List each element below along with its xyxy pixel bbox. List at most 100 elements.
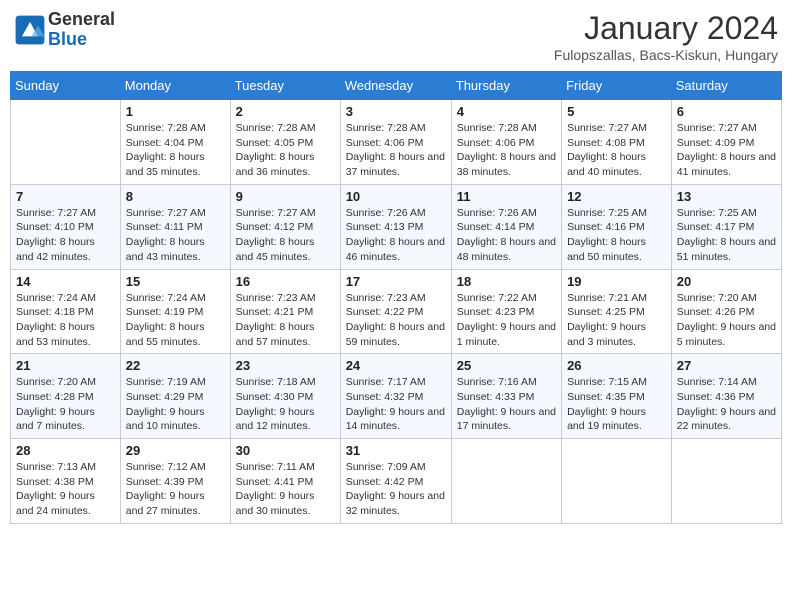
day-number: 16: [236, 274, 335, 289]
day-number: 14: [16, 274, 115, 289]
week-row-3: 21 Sunrise: 7:20 AMSunset: 4:28 PMDayligh…: [11, 354, 782, 439]
header-tuesday: Tuesday: [230, 72, 340, 100]
day-info: Sunrise: 7:19 AMSunset: 4:29 PMDaylight:…: [126, 375, 225, 434]
day-cell: 12Sunrise: 7:25 AMSunset: 4:16 PMDayligh…: [562, 184, 672, 269]
day-info: Sunrise: 7:27 AMSunset: 4:08 PMDaylight:…: [567, 121, 666, 180]
day-number: 17: [346, 274, 446, 289]
header-sunday: Sunday: [11, 72, 121, 100]
title-block: January 2024 Fulopszallas, Bacs-Kiskun, …: [554, 10, 778, 63]
day-info: Sunrise: 7:27 AMSunset: 4:09 PMDaylight:…: [677, 121, 776, 180]
day-info: Sunrise: 7:25 AMSunset: 4:17 PMDaylight:…: [677, 206, 776, 265]
day-info: Sunrise: 7:28 AMSunset: 4:06 PMDaylight:…: [346, 121, 446, 180]
day-number: 13: [677, 189, 776, 204]
week-row-1: 7 Sunrise: 7:27 AMSunset: 4:10 PMDaylight…: [11, 184, 782, 269]
day-number: 3: [346, 104, 446, 119]
day-info: Sunrise: 7:20 AMSunset: 4:26 PMDaylight:…: [677, 291, 776, 350]
day-number: 5: [567, 104, 666, 119]
week-row-4: 28 Sunrise: 7:13 AMSunset: 4:38 PMDayligh…: [11, 439, 782, 524]
header-wednesday: Wednesday: [340, 72, 451, 100]
day-cell: 8 Sunrise: 7:27 AMSunset: 4:11 PMDaylight…: [120, 184, 230, 269]
day-info: Sunrise: 7:23 AMSunset: 4:21 PMDaylight:…: [236, 291, 335, 350]
day-cell: 26Sunrise: 7:15 AMSunset: 4:35 PMDayligh…: [562, 354, 672, 439]
day-info: Sunrise: 7:21 AMSunset: 4:25 PMDaylight:…: [567, 291, 666, 350]
day-cell: [671, 439, 781, 524]
day-info: Sunrise: 7:22 AMSunset: 4:23 PMDaylight:…: [457, 291, 556, 350]
day-cell: 21 Sunrise: 7:20 AMSunset: 4:28 PMDayligh…: [11, 354, 121, 439]
day-number: 26: [567, 358, 666, 373]
header-saturday: Saturday: [671, 72, 781, 100]
day-number: 30: [236, 443, 335, 458]
calendar-header-row: SundayMondayTuesdayWednesdayThursdayFrid…: [11, 72, 782, 100]
day-info: Sunrise: 7:26 AMSunset: 4:13 PMDaylight:…: [346, 206, 446, 265]
day-info: Sunrise: 7:27 AMSunset: 4:12 PMDaylight:…: [236, 206, 335, 265]
day-number: 22: [126, 358, 225, 373]
day-info: Sunrise: 7:26 AMSunset: 4:14 PMDaylight:…: [457, 206, 556, 265]
day-cell: 27 Sunrise: 7:14 AMSunset: 4:36 PMDayligh…: [671, 354, 781, 439]
day-cell: 3 Sunrise: 7:28 AMSunset: 4:06 PMDaylight…: [340, 100, 451, 185]
day-info: Sunrise: 7:13 AMSunset: 4:38 PMDaylight:…: [16, 460, 115, 519]
day-number: 29: [126, 443, 225, 458]
day-number: 27: [677, 358, 776, 373]
day-info: Sunrise: 7:17 AMSunset: 4:32 PMDaylight:…: [346, 375, 446, 434]
day-info: Sunrise: 7:12 AMSunset: 4:39 PMDaylight:…: [126, 460, 225, 519]
day-number: 7: [16, 189, 115, 204]
day-info: Sunrise: 7:09 AMSunset: 4:42 PMDaylight:…: [346, 460, 446, 519]
day-info: Sunrise: 7:14 AMSunset: 4:36 PMDaylight:…: [677, 375, 776, 434]
day-info: Sunrise: 7:11 AMSunset: 4:41 PMDaylight:…: [236, 460, 335, 519]
day-cell: 13 Sunrise: 7:25 AMSunset: 4:17 PMDayligh…: [671, 184, 781, 269]
day-cell: 11Sunrise: 7:26 AMSunset: 4:14 PMDayligh…: [451, 184, 561, 269]
day-cell: 31 Sunrise: 7:09 AMSunset: 4:42 PMDayligh…: [340, 439, 451, 524]
day-cell: 1Sunrise: 7:28 AMSunset: 4:04 PMDaylight…: [120, 100, 230, 185]
day-number: 24: [346, 358, 446, 373]
day-cell: 18 Sunrise: 7:22 AMSunset: 4:23 PMDayligh…: [451, 269, 561, 354]
day-info: Sunrise: 7:24 AMSunset: 4:19 PMDaylight:…: [126, 291, 225, 350]
logo-general: General: [48, 9, 115, 29]
day-number: 8: [126, 189, 225, 204]
day-number: 21: [16, 358, 115, 373]
day-number: 10: [346, 189, 446, 204]
week-row-0: 1Sunrise: 7:28 AMSunset: 4:04 PMDaylight…: [11, 100, 782, 185]
month-title: January 2024: [554, 10, 778, 47]
day-info: Sunrise: 7:18 AMSunset: 4:30 PMDaylight:…: [236, 375, 335, 434]
header-monday: Monday: [120, 72, 230, 100]
day-number: 12: [567, 189, 666, 204]
day-number: 28: [16, 443, 115, 458]
day-info: Sunrise: 7:27 AMSunset: 4:11 PMDaylight:…: [126, 206, 225, 265]
day-cell: 22 Sunrise: 7:19 AMSunset: 4:29 PMDayligh…: [120, 354, 230, 439]
day-cell: [562, 439, 672, 524]
day-cell: 30 Sunrise: 7:11 AMSunset: 4:41 PMDayligh…: [230, 439, 340, 524]
day-cell: 29 Sunrise: 7:12 AMSunset: 4:39 PMDayligh…: [120, 439, 230, 524]
logo-icon: [14, 14, 46, 46]
day-cell: 10 Sunrise: 7:26 AMSunset: 4:13 PMDayligh…: [340, 184, 451, 269]
day-info: Sunrise: 7:27 AMSunset: 4:10 PMDaylight:…: [16, 206, 115, 265]
day-cell: 7 Sunrise: 7:27 AMSunset: 4:10 PMDaylight…: [11, 184, 121, 269]
day-cell: 14Sunrise: 7:24 AMSunset: 4:18 PMDayligh…: [11, 269, 121, 354]
logo: General Blue: [14, 10, 115, 50]
day-cell: 4 Sunrise: 7:28 AMSunset: 4:06 PMDaylight…: [451, 100, 561, 185]
day-info: Sunrise: 7:20 AMSunset: 4:28 PMDaylight:…: [16, 375, 115, 434]
page-header: General Blue January 2024 Fulopszallas, …: [10, 10, 782, 63]
day-cell: 24 Sunrise: 7:17 AMSunset: 4:32 PMDayligh…: [340, 354, 451, 439]
day-number: 6: [677, 104, 776, 119]
day-number: 18: [457, 274, 556, 289]
day-cell: 6 Sunrise: 7:27 AMSunset: 4:09 PMDaylight…: [671, 100, 781, 185]
day-number: 31: [346, 443, 446, 458]
day-cell: [451, 439, 561, 524]
day-cell: 23Sunrise: 7:18 AMSunset: 4:30 PMDayligh…: [230, 354, 340, 439]
day-cell: 2Sunrise: 7:28 AMSunset: 4:05 PMDaylight…: [230, 100, 340, 185]
day-cell: 5 Sunrise: 7:27 AMSunset: 4:08 PMDaylight…: [562, 100, 672, 185]
day-cell: 28 Sunrise: 7:13 AMSunset: 4:38 PMDayligh…: [11, 439, 121, 524]
day-info: Sunrise: 7:28 AMSunset: 4:04 PMDaylight:…: [126, 121, 225, 180]
day-cell: 25Sunrise: 7:16 AMSunset: 4:33 PMDayligh…: [451, 354, 561, 439]
day-number: 9: [236, 189, 335, 204]
calendar-table: SundayMondayTuesdayWednesdayThursdayFrid…: [10, 71, 782, 524]
day-info: Sunrise: 7:28 AMSunset: 4:06 PMDaylight:…: [457, 121, 556, 180]
logo-blue: Blue: [48, 29, 87, 49]
day-number: 15: [126, 274, 225, 289]
day-info: Sunrise: 7:16 AMSunset: 4:33 PMDaylight:…: [457, 375, 556, 434]
day-info: Sunrise: 7:28 AMSunset: 4:05 PMDaylight:…: [236, 121, 335, 180]
day-cell: 19Sunrise: 7:21 AMSunset: 4:25 PMDayligh…: [562, 269, 672, 354]
header-thursday: Thursday: [451, 72, 561, 100]
day-number: 4: [457, 104, 556, 119]
day-cell: 16 Sunrise: 7:23 AMSunset: 4:21 PMDayligh…: [230, 269, 340, 354]
